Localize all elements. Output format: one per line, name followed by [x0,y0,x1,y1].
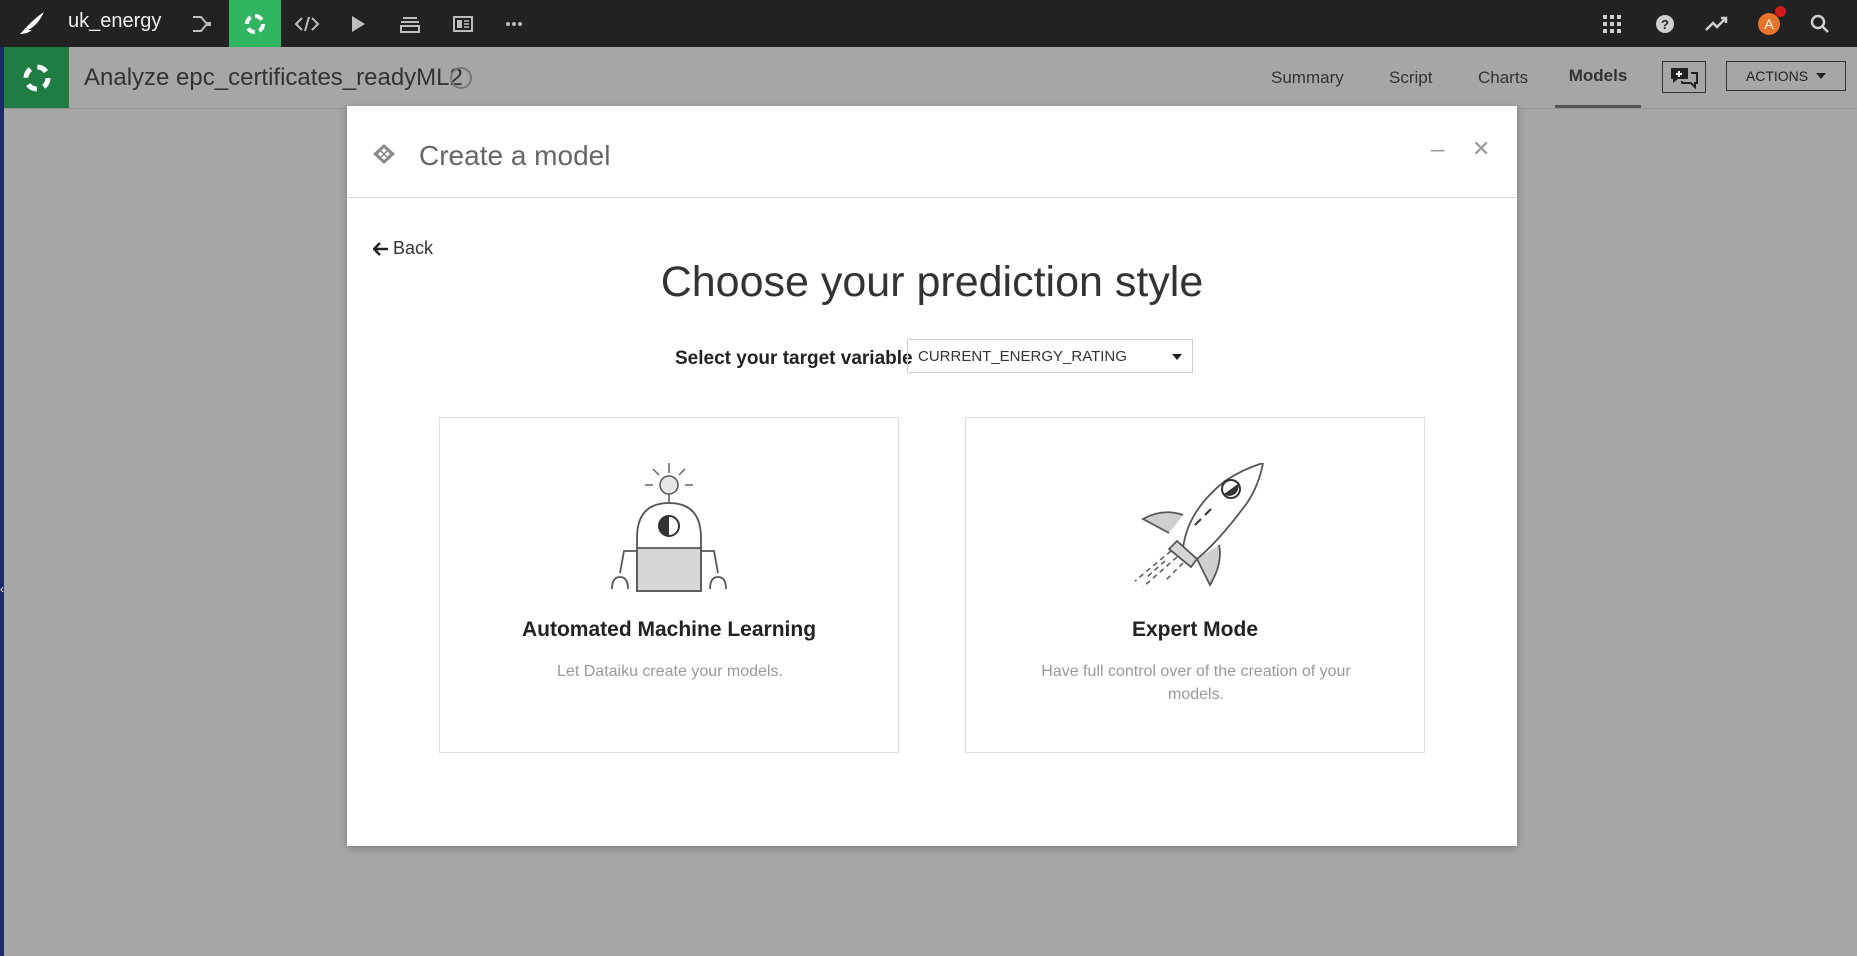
avatar-icon[interactable]: A [1749,0,1789,47]
expert-mode-title: Expert Mode [1131,618,1259,641]
compass-icon[interactable] [450,67,472,89]
analysis-icon[interactable] [229,0,281,47]
close-icon[interactable]: ✕ [1472,136,1490,162]
svg-text:?: ? [1661,17,1669,32]
code-icon[interactable] [283,0,331,47]
create-model-modal: Create a model – ✕ Back Choose your pred… [347,106,1517,846]
discussions-button[interactable] [1662,61,1706,93]
actions-label: ACTIONS [1745,68,1809,84]
project-name[interactable]: uk_energy [68,10,161,33]
caret-down-icon [1816,73,1827,79]
caret-down-icon [1172,354,1182,360]
modal-title: Create a model [419,140,611,171]
flow-icon[interactable] [178,0,226,47]
rocket-icon [966,463,1424,588]
help-icon[interactable]: ? [1645,0,1685,47]
left-edge-bar [0,47,4,956]
tab-models[interactable]: Models [1555,47,1641,108]
back-link[interactable]: Back [373,238,433,259]
expert-mode-card[interactable]: Expert Mode Have full control over of th… [965,417,1425,753]
automl-card[interactable]: Automated Machine Learning Let Dataiku c… [439,417,899,753]
notification-dot [1775,5,1786,17]
dashboard-icon[interactable] [439,0,487,47]
datasets-icon[interactable] [386,0,434,47]
expert-mode-description: Have full control over of the creation o… [1041,663,1351,703]
automl-description: Let Dataiku create your models. [557,663,783,680]
target-variable-row: Select your target variable CURRENT_ENER… [347,339,1517,379]
analysis-badge-icon [4,47,69,108]
prediction-style-heading: Choose your prediction style [660,258,1204,306]
automl-title: Automated Machine Learning [521,618,817,641]
more-icon[interactable] [490,0,538,47]
tab-summary[interactable]: Summary [1271,47,1344,108]
robot-icon [440,463,898,592]
run-icon[interactable] [334,0,382,47]
tab-charts[interactable]: Charts [1478,47,1528,108]
minimize-icon[interactable]: – [1431,136,1444,164]
dataiku-logo-icon[interactable] [14,6,50,40]
tab-script[interactable]: Script [1389,47,1432,108]
activity-icon[interactable] [1697,0,1737,47]
discussion-icon [1671,68,1698,89]
target-variable-select[interactable]: CURRENT_ENERGY_RATING [907,339,1193,373]
arrow-left-icon [373,241,388,256]
collapse-handle-icon[interactable]: ‹ [0,582,4,596]
actions-button[interactable]: ACTIONS [1726,61,1846,91]
target-variable-value: CURRENT_ENERGY_RATING [918,347,1127,365]
search-icon[interactable] [1800,0,1840,47]
back-label: Back [393,238,434,258]
avatar-initial: A [1764,15,1774,32]
analysis-title: Analyze epc_certificates_readyML2 [84,64,463,91]
model-diamond-icon [371,142,397,171]
modal-header: Create a model – ✕ [347,106,1517,198]
apps-grid-icon[interactable] [1592,0,1632,47]
top-nav-bar: uk_energy ? A [0,0,1857,47]
target-variable-label: Select your target variable [675,348,913,369]
